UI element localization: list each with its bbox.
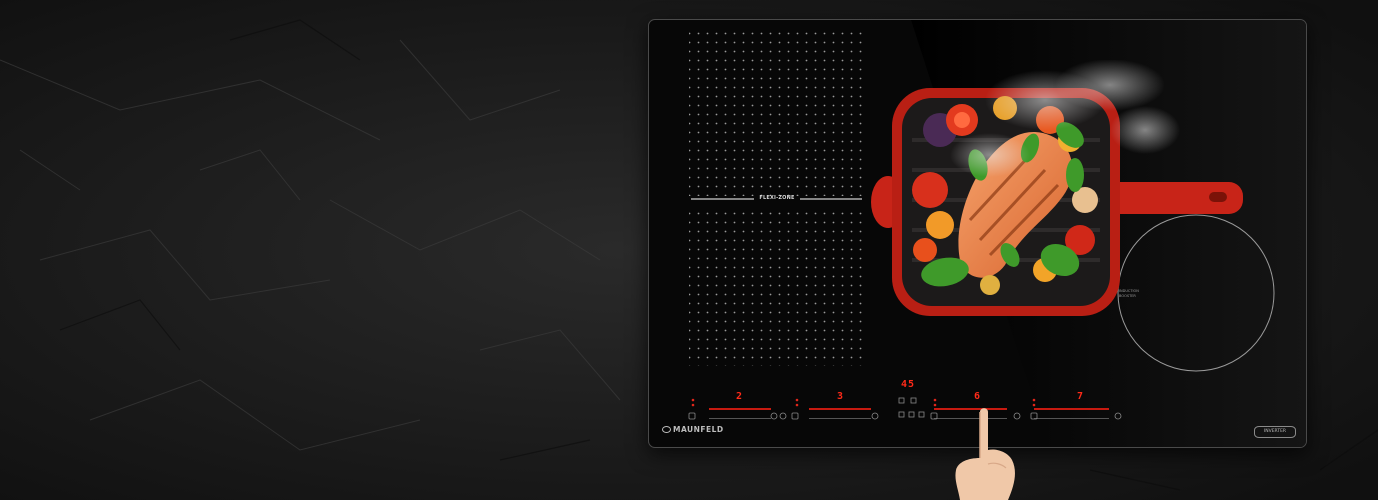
zone3-power-level[interactable]: 6 [974, 391, 981, 402]
flexi-zone-label: FLEXI-ZONE [759, 195, 795, 201]
brand-logo-icon [662, 426, 671, 433]
timer-display[interactable]: 45 [901, 379, 915, 390]
inverter-badge: INVERTER [1254, 426, 1296, 438]
flexi-zone-lower [689, 206, 865, 366]
zone4-power-level[interactable]: 7 [1077, 391, 1084, 402]
zone1-power-level[interactable]: 2 [736, 391, 743, 402]
brand-name: MAUNFELD [673, 425, 724, 434]
flexi-zone-upper [689, 30, 865, 196]
pointing-hand-icon [955, 408, 1015, 500]
zone2-power-level[interactable]: 3 [837, 391, 844, 402]
grill-pan-image [871, 60, 1243, 316]
